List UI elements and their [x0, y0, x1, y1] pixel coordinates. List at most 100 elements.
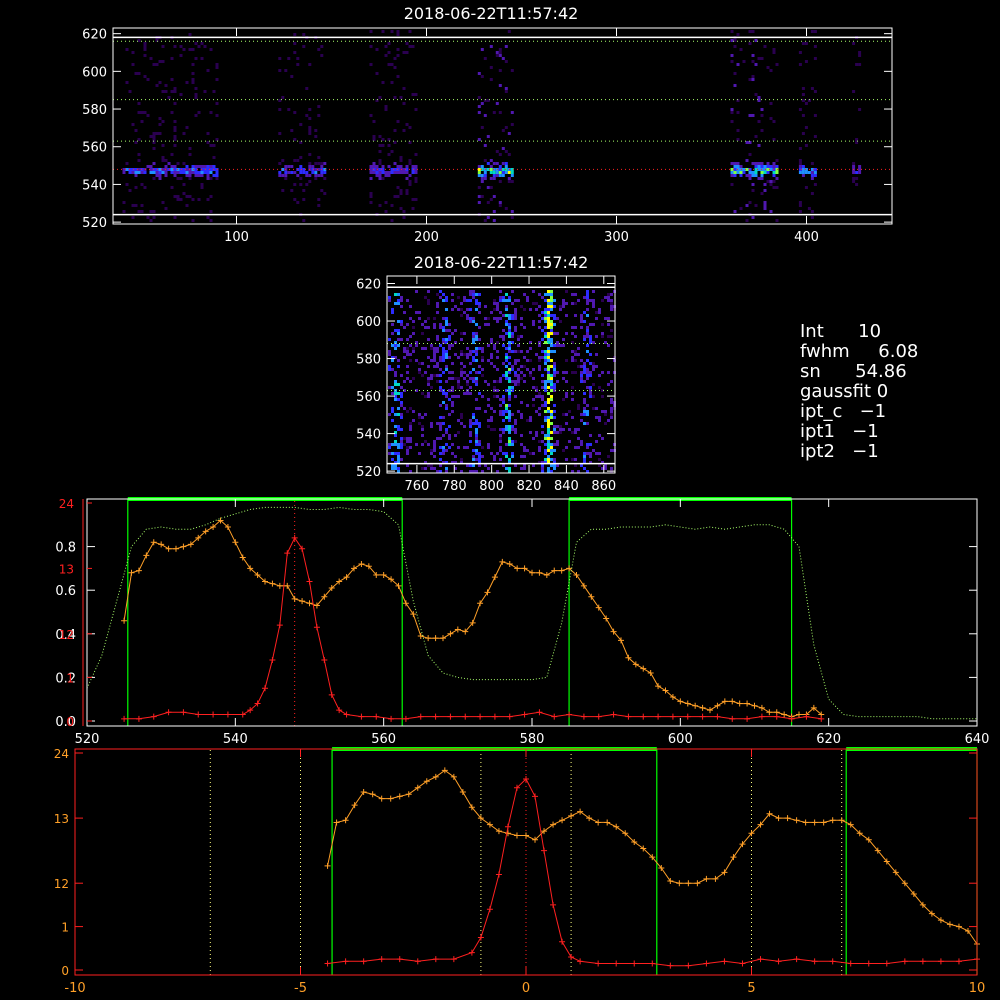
heatmap-cell	[553, 314, 556, 317]
heatmap-cell	[469, 371, 472, 374]
heatmap-cell	[378, 174, 382, 177]
heatmap-cell	[577, 347, 580, 350]
heatmap-cell	[287, 165, 291, 168]
heatmap-cell	[381, 81, 385, 84]
heatmap-cell	[610, 416, 613, 419]
heatmap-cell	[559, 305, 562, 308]
heatmap-cell	[760, 165, 764, 168]
heatmap-cell	[514, 314, 517, 317]
heatmap-cell	[858, 108, 862, 111]
heatmap-cell	[433, 326, 436, 329]
heatmap-cell	[448, 413, 451, 416]
heatmap-cell	[499, 440, 502, 443]
heatmap-cell	[394, 392, 397, 395]
heatmap-cell	[466, 314, 469, 317]
x-tick-label: 820	[517, 479, 542, 494]
heatmap-cell	[769, 69, 773, 72]
heatmap-cell	[514, 431, 517, 434]
heatmap-cell	[388, 443, 391, 446]
heatmap-cell	[433, 455, 436, 458]
heatmap-cell	[517, 377, 520, 380]
heatmap-cell	[152, 147, 156, 150]
heatmap-cell	[511, 290, 514, 293]
heatmap-cell	[574, 326, 577, 329]
heatmap-cell	[544, 443, 547, 446]
heatmap-cell	[532, 320, 535, 323]
heatmap-cell	[508, 335, 511, 338]
heatmap-cell	[598, 374, 601, 377]
heatmap-cell	[388, 446, 391, 449]
heatmap-cell	[589, 392, 592, 395]
heatmap-cell	[748, 174, 752, 177]
heatmap-cell	[149, 135, 153, 138]
heatmap-cell	[457, 380, 460, 383]
info-sn-label: sn	[800, 361, 821, 382]
heatmap-cell	[544, 293, 547, 296]
heatmap-cell	[369, 195, 373, 198]
heatmap-cell	[508, 395, 511, 398]
heatmap-cell	[565, 422, 568, 425]
heatmap-cell	[532, 464, 535, 467]
heatmap-cell	[391, 311, 394, 314]
x-tick-label: 5	[747, 981, 755, 996]
heatmap-cell	[592, 362, 595, 365]
heatmap-cell	[733, 171, 737, 174]
heatmap-cell	[553, 374, 556, 377]
heatmap-cell	[571, 350, 574, 353]
heatmap-cell	[505, 356, 508, 359]
heatmap-cell	[855, 177, 859, 180]
heatmap-cell	[511, 332, 514, 335]
heatmap-cell	[209, 219, 213, 222]
heatmap-cell	[378, 159, 382, 162]
heatmap-cell	[483, 114, 487, 117]
heatmap-cell	[472, 464, 475, 467]
heatmap-cell	[505, 452, 508, 455]
heatmap-cell	[547, 371, 550, 374]
heatmap-cell	[215, 177, 219, 180]
heatmap-cell	[140, 171, 144, 174]
heatmap-cell	[197, 45, 201, 48]
heatmap-cell	[553, 386, 556, 389]
heatmap-cell	[610, 380, 613, 383]
heatmap-cell	[158, 171, 162, 174]
heatmap-cell	[736, 129, 740, 132]
heatmap-cell	[391, 308, 394, 311]
heatmap-cell	[477, 105, 481, 108]
heatmap-cell	[477, 171, 481, 174]
heatmap-cell	[610, 299, 613, 302]
heatmap-cell	[580, 374, 583, 377]
heatmap-cell	[487, 383, 490, 386]
heatmap-cell	[757, 162, 761, 165]
heatmap-cell	[550, 290, 553, 293]
heatmap-cell	[507, 171, 511, 174]
heatmap-cell	[507, 177, 511, 180]
heatmap-cell	[140, 120, 144, 123]
heatmap-cell	[278, 162, 282, 165]
heatmap-cell	[308, 153, 312, 156]
heatmap-cell	[200, 174, 204, 177]
heatmap-cell	[583, 362, 586, 365]
heatmap-cell	[414, 198, 418, 201]
heatmap-cell	[427, 326, 430, 329]
heatmap-cell	[553, 317, 556, 320]
heatmap-cell	[514, 440, 517, 443]
heatmap-cell	[580, 413, 583, 416]
heatmap-cell	[571, 356, 574, 359]
info-int: Int 10	[800, 322, 881, 342]
heatmap-cell	[541, 398, 544, 401]
heatmap-cell	[571, 326, 574, 329]
heatmap-cell	[501, 171, 505, 174]
heatmap-cell	[394, 425, 397, 428]
heatmap-cell	[535, 353, 538, 356]
heatmap-cell	[388, 452, 391, 455]
heatmap-cell	[801, 165, 805, 168]
x-tick-label: 100	[224, 230, 249, 245]
heatmap-cell	[406, 446, 409, 449]
heatmap-cell	[212, 156, 216, 159]
heatmap-cell	[436, 350, 439, 353]
heatmap-cell	[442, 326, 445, 329]
heatmap-cell	[553, 458, 556, 461]
heatmap-cell	[565, 332, 568, 335]
heatmap-cell	[586, 443, 589, 446]
heatmap-cell	[586, 290, 589, 293]
